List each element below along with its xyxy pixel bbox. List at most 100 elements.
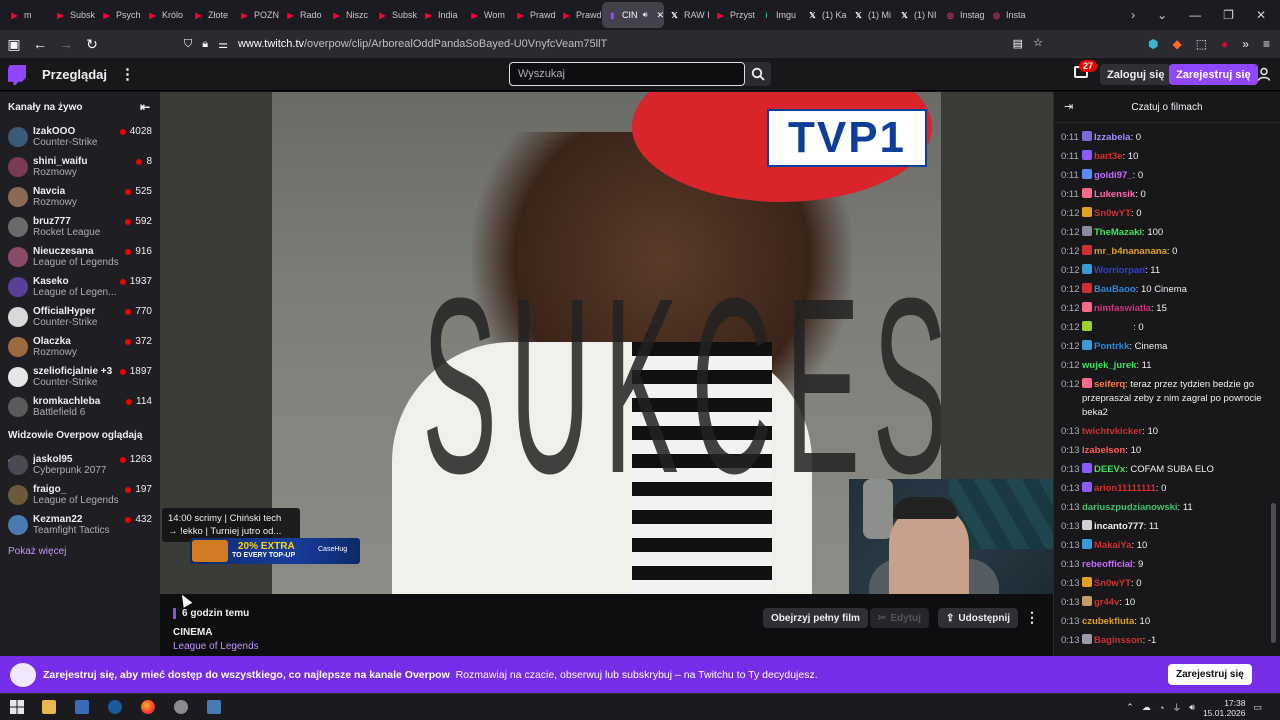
clip-game-link[interactable]: League of Legends <box>173 641 259 652</box>
chat-timestamp[interactable]: 0:11 <box>1061 131 1082 145</box>
reload-icon[interactable]: ↻ <box>80 36 104 53</box>
channel-item[interactable]: kromkachleba Battlefield 6 114 <box>0 392 160 422</box>
browser-tab[interactable]: 𝕏 RAW I <box>664 2 710 28</box>
chat-timestamp[interactable]: 0:13 <box>1061 501 1082 515</box>
chat-username[interactable]: incanto777 <box>1094 521 1144 532</box>
steam-icon[interactable] <box>108 700 122 714</box>
chat-timestamp[interactable]: 0:12 <box>1061 321 1082 335</box>
chat-username[interactable]: gr44v <box>1094 597 1119 608</box>
ublock-icon[interactable]: ● <box>1221 37 1228 51</box>
browser-tab[interactable]: ▶ Wom <box>464 2 510 28</box>
browser-tab[interactable]: ▶ Prawd <box>556 2 602 28</box>
chat-username[interactable]: Worriorpan <box>1094 265 1145 276</box>
chat-username[interactable]: TheMazaki <box>1094 227 1142 238</box>
channel-item[interactable]: Nieuczesana League of Legends 916 <box>0 242 160 272</box>
wifi-icon[interactable]: ◔ <box>1159 703 1164 713</box>
hamburger-menu-icon[interactable]: ≡ <box>1263 37 1270 51</box>
chat-username[interactable]: rebeofficial <box>1082 559 1133 570</box>
edit-clip-button[interactable]: ✂ Edytuj <box>870 608 929 628</box>
watch-full-video-button[interactable]: Obejrzyj pełny film <box>763 608 868 628</box>
channel-item[interactable]: jaskol95 Cyberpunk 2077 1263 <box>0 450 160 480</box>
user-menu-icon[interactable] <box>1257 67 1271 81</box>
chat-timestamp[interactable]: 0:12 <box>1061 340 1082 354</box>
chat-timestamp[interactable]: 0:11 <box>1061 150 1082 164</box>
channel-item[interactable]: Olaczka Rozmowy 372 <box>0 332 160 362</box>
chat-username[interactable]: Sn0wYT <box>1094 208 1131 219</box>
browser-tab[interactable]: ▶ Przyst <box>710 2 756 28</box>
browser-tab[interactable]: 𝕏 (1) Mi <box>848 2 894 28</box>
more-menu-icon[interactable]: ⋮ <box>120 65 135 83</box>
twitch-logo-icon[interactable] <box>8 65 26 85</box>
chat-username[interactable]: Baginsson <box>1094 635 1143 646</box>
chat-username[interactable]: Izzabela <box>1094 132 1130 143</box>
chat-username[interactable]: goldi97_ <box>1094 170 1133 181</box>
monitor-app-icon[interactable] <box>75 700 89 714</box>
browser-tab[interactable]: i Imgu <box>756 2 802 28</box>
signup-button[interactable]: Zarejestruj się <box>1169 64 1258 85</box>
shield-icon[interactable]: ⛉ <box>184 38 192 51</box>
url-bar[interactable]: ⛉ 🔒︎ ⚌ www.twitch.tv/overpow/clip/Arbore… <box>176 33 1049 55</box>
channel-item[interactable]: OfficialHyper Counter-Strike 770 <box>0 302 160 332</box>
promo-banner[interactable]: 20% EXTRA TO EVERY TOP-UP CaseHug <box>190 538 360 564</box>
clock[interactable]: 17:38 15.01.2026 <box>1203 698 1246 718</box>
browser-tab[interactable]: ▶ Złote <box>188 2 234 28</box>
collapse-sidebar-icon[interactable]: ⇤ <box>140 100 150 114</box>
banner-signup-button[interactable]: Zarejestruj się <box>1168 664 1252 685</box>
channel-item[interactable]: szelioficjalnie +3 Counter-Strike 1897 <box>0 362 160 392</box>
chat-timestamp[interactable]: 0:13 <box>1061 634 1082 648</box>
chat-username[interactable]: czubekfiuta <box>1082 616 1134 627</box>
browse-link[interactable]: Przeglądaj <box>42 67 107 82</box>
chat-timestamp[interactable]: 0:13 <box>1061 425 1082 439</box>
chat-timestamp[interactable]: 0:12 <box>1061 283 1082 297</box>
extension-fox-icon[interactable]: ◆ <box>1172 37 1181 51</box>
sidebar-toggle-icon[interactable]: ▣ <box>2 36 26 53</box>
chat-username[interactable]: Pontrkk <box>1094 341 1129 352</box>
chat-username[interactable]: bart3e <box>1094 151 1123 162</box>
chat-timestamp[interactable]: 0:13 <box>1061 577 1082 591</box>
login-button[interactable]: Zaloguj się <box>1100 64 1172 85</box>
permissions-icon[interactable]: ⚌ <box>218 38 228 51</box>
tab-list-icon[interactable]: ⌄ <box>1157 8 1167 22</box>
bookmark-star-icon[interactable]: ☆ <box>1033 36 1043 49</box>
chat-username[interactable]: dariuszpudzianowski <box>1082 502 1178 513</box>
channel-item[interactable]: Kezman22 Teamfight Tactics 432 <box>0 510 160 540</box>
reader-view-icon[interactable]: ▤ <box>1013 37 1023 50</box>
chat-username[interactable]: mr_b4nananana <box>1094 246 1167 257</box>
channel-item[interactable]: IzakOOO Counter-Strike 4028 <box>0 122 160 152</box>
lock-icon[interactable]: 🔒︎ <box>202 38 208 51</box>
tab-audio-icon[interactable]: 🔊︎ <box>643 10 648 20</box>
browser-tab[interactable]: ◎ Insta <box>986 2 1032 28</box>
chat-timestamp[interactable]: 0:13 <box>1061 463 1082 477</box>
notifications-icon[interactable]: ▭ <box>1253 702 1262 713</box>
extension-shield-icon[interactable]: ⬢ <box>1148 37 1158 51</box>
chat-timestamp[interactable]: 0:13 <box>1061 596 1082 610</box>
close-window-icon[interactable]: ✕ <box>1256 8 1266 22</box>
browser-tab[interactable]: ▶ POZN <box>234 2 280 28</box>
chat-username[interactable]: twichtvkicker <box>1082 426 1142 437</box>
channel-item[interactable]: bruz777 Rocket League 592 <box>0 212 160 242</box>
channel-item[interactable]: Navcia Rozmowy 525 <box>0 182 160 212</box>
chat-timestamp[interactable]: 0:13 <box>1061 444 1082 458</box>
windows-start-icon[interactable] <box>10 700 24 714</box>
minimize-icon[interactable]: — <box>1189 8 1201 22</box>
chat-username[interactable]: wujek_jurek <box>1082 360 1136 371</box>
chat-timestamp[interactable]: 0:13 <box>1061 615 1082 629</box>
search-input[interactable]: Wyszukaj <box>509 62 745 86</box>
chat-timestamp[interactable]: 0:12 <box>1061 226 1082 240</box>
browser-tab[interactable]: ▶ India <box>418 2 464 28</box>
chat-username[interactable]: nimfaswiatla <box>1094 303 1151 314</box>
back-icon[interactable]: ← <box>28 36 52 52</box>
chat-username[interactable]: Sn0wYT <box>1094 578 1131 589</box>
chat-username[interactable]: seiferq <box>1094 379 1125 390</box>
browser-tab[interactable]: ◎ Instag <box>940 2 986 28</box>
browser-tab[interactable]: ▶ Niszc <box>326 2 372 28</box>
restore-icon[interactable]: ❐ <box>1223 8 1234 22</box>
chat-username[interactable]: Lukensik <box>1094 189 1135 200</box>
volume-icon[interactable]: 🔊︎ <box>1189 702 1195 713</box>
chat-timestamp[interactable]: 0:12 <box>1061 245 1082 259</box>
app-icon[interactable] <box>174 700 188 714</box>
clip-more-icon[interactable]: ⋮ <box>1025 609 1039 626</box>
tab-scroll-right-icon[interactable]: › <box>1131 8 1135 22</box>
chat-timestamp[interactable]: 0:12 <box>1061 359 1082 373</box>
chat-timestamp[interactable]: 0:11 <box>1061 188 1082 202</box>
